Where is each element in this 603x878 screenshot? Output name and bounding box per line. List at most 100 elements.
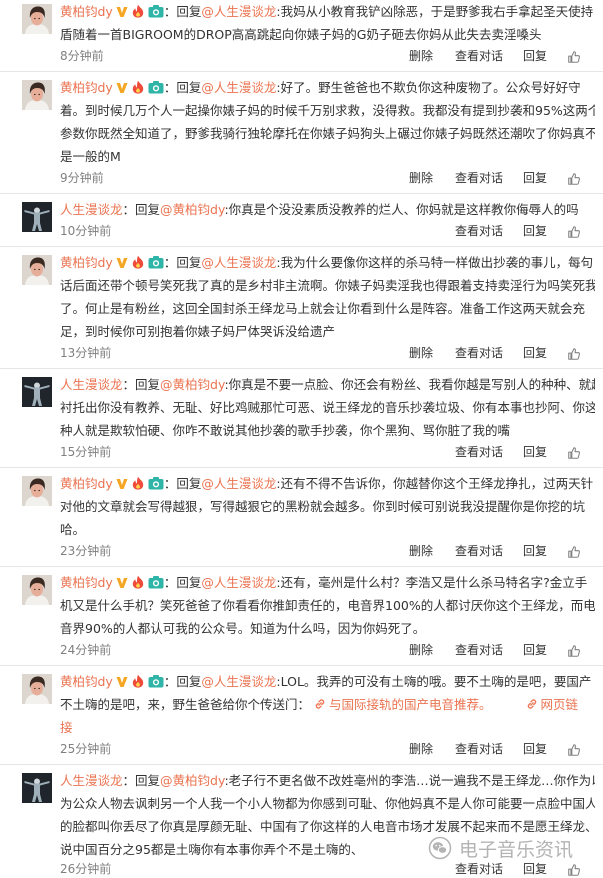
avatar[interactable]: [22, 80, 52, 110]
reply-prefix: ：回复: [163, 674, 202, 689]
delete-button[interactable]: 删除: [409, 343, 433, 364]
view-conversation-button[interactable]: 查看对话: [455, 221, 503, 242]
comment-item: 人生漫谈龙：回复@黄柏钧dy:你真是不要一点脸、你还会有粉丝、我看你越是写别人的…: [0, 369, 603, 468]
author-name[interactable]: 人生漫谈龙: [60, 377, 123, 392]
camera-badge-icon[interactable]: [148, 255, 164, 269]
comment-text-line: 话后面还带个顿号笑死我了真的是乡村非主流啊。你婊子妈卖淫我也得跟着支持卖淫行为吗…: [60, 274, 595, 297]
view-conversation-button[interactable]: 查看对话: [455, 640, 503, 661]
verified-v-icon[interactable]: [116, 256, 128, 269]
thumbs-up-icon: [567, 225, 581, 239]
reply-button[interactable]: 回复: [523, 343, 547, 364]
view-conversation-button[interactable]: 查看对话: [455, 343, 503, 364]
like-button[interactable]: [567, 50, 581, 64]
mention-link[interactable]: @人生漫谈龙: [201, 4, 276, 19]
delete-button[interactable]: 删除: [409, 640, 433, 661]
avatar[interactable]: [22, 202, 52, 232]
avatar[interactable]: [22, 773, 52, 803]
web-link[interactable]: 与国际接轨的国产电音推荐。: [310, 697, 492, 712]
mention-link[interactable]: @人生漫谈龙: [201, 255, 276, 270]
fire-badge-icon[interactable]: [131, 80, 145, 94]
like-button[interactable]: [567, 743, 581, 757]
fire-badge-icon[interactable]: [131, 476, 145, 490]
mention-link[interactable]: @人生漫谈龙: [201, 80, 276, 95]
silhouette-avatar-icon: [22, 773, 52, 803]
like-button[interactable]: [567, 446, 581, 460]
web-link[interactable]: 网页链: [522, 697, 579, 712]
fire-badge-icon[interactable]: [131, 255, 145, 269]
timestamp: 13分钟前: [60, 346, 112, 360]
view-conversation-button[interactable]: 查看对话: [455, 168, 503, 189]
thumbs-up-icon: [567, 172, 581, 186]
web-link[interactable]: 接: [60, 720, 73, 735]
mention-link[interactable]: @人生漫谈龙: [201, 575, 276, 590]
fire-badge-icon[interactable]: [131, 575, 145, 589]
thumbs-up-icon: [567, 446, 581, 460]
view-conversation-button[interactable]: 查看对话: [455, 861, 503, 878]
camera-badge-icon[interactable]: [148, 674, 164, 688]
silhouette-avatar-icon: [22, 377, 52, 407]
reply-button[interactable]: 回复: [523, 861, 547, 878]
author-name[interactable]: 黄柏钧dy: [60, 575, 113, 590]
avatar[interactable]: [22, 255, 52, 285]
web-link-label: 接: [60, 720, 73, 735]
like-button[interactable]: [567, 644, 581, 658]
comment-item: 黄柏钧dy ：回复@人生漫谈龙:我为什么要像你这样的杀马特一样做出抄袭的事儿，每句…: [0, 247, 603, 369]
reply-button[interactable]: 回复: [523, 640, 547, 661]
comment-meta: 13分钟前 删除 查看对话 回复: [60, 343, 595, 364]
avatar[interactable]: [22, 674, 52, 704]
verified-v-icon[interactable]: [116, 576, 128, 589]
verified-v-icon[interactable]: [116, 5, 128, 18]
view-conversation-button[interactable]: 查看对话: [455, 739, 503, 760]
author-name[interactable]: 黄柏钧dy: [60, 80, 113, 95]
author-name[interactable]: 人生漫谈龙: [60, 773, 123, 788]
like-button[interactable]: [567, 172, 581, 186]
verified-v-icon[interactable]: [116, 675, 128, 688]
mention-link[interactable]: @人生漫谈龙: [201, 476, 276, 491]
reply-button[interactable]: 回复: [523, 168, 547, 189]
avatar[interactable]: [22, 4, 52, 34]
reply-button[interactable]: 回复: [523, 46, 547, 67]
web-link-label: 网页链: [540, 697, 579, 712]
view-conversation-button[interactable]: 查看对话: [455, 442, 503, 463]
camera-badge-icon[interactable]: [148, 476, 164, 490]
author-name[interactable]: 黄柏钧dy: [60, 4, 113, 19]
fire-badge-icon[interactable]: [131, 674, 145, 688]
author-name[interactable]: 黄柏钧dy: [60, 255, 113, 270]
author-name[interactable]: 黄柏钧dy: [60, 476, 113, 491]
delete-button[interactable]: 删除: [409, 46, 433, 67]
reply-button[interactable]: 回复: [523, 221, 547, 242]
delete-button[interactable]: 删除: [409, 739, 433, 760]
portrait-avatar-icon: [22, 674, 52, 704]
author-name[interactable]: 黄柏钧dy: [60, 674, 113, 689]
reply-button[interactable]: 回复: [523, 541, 547, 562]
verified-v-icon[interactable]: [116, 81, 128, 94]
reply-button[interactable]: 回复: [523, 442, 547, 463]
like-button[interactable]: [567, 545, 581, 559]
mention-link[interactable]: @黄柏钧dy: [160, 773, 224, 788]
fire-badge-icon[interactable]: [131, 4, 145, 18]
mention-link[interactable]: @人生漫谈龙: [201, 674, 276, 689]
like-button[interactable]: [567, 225, 581, 239]
view-conversation-button[interactable]: 查看对话: [455, 541, 503, 562]
comment-text: :我妈从小教育我铲凶除恶，于是野爹我右手拿起圣天使持: [276, 4, 594, 19]
like-button[interactable]: [567, 347, 581, 361]
author-name[interactable]: 人生漫谈龙: [60, 202, 123, 217]
avatar[interactable]: [22, 377, 52, 407]
comment-text-line: 为公众人物去讽刺另一个人我一个小人物都为你感到可耻、你他妈真不是人你可能要一点脸…: [60, 792, 595, 815]
camera-badge-icon[interactable]: [148, 80, 164, 94]
reply-button[interactable]: 回复: [523, 739, 547, 760]
verified-v-icon[interactable]: [116, 477, 128, 490]
avatar[interactable]: [22, 575, 52, 605]
reply-prefix: ：回复: [163, 575, 202, 590]
delete-button[interactable]: 删除: [409, 168, 433, 189]
mention-link[interactable]: @黄柏钧dy: [160, 377, 224, 392]
mention-link[interactable]: @黄柏钧dy: [160, 202, 224, 217]
like-button[interactable]: [567, 863, 581, 877]
timestamp: 8分钟前: [60, 49, 104, 63]
camera-badge-icon[interactable]: [148, 4, 164, 18]
camera-badge-icon[interactable]: [148, 575, 164, 589]
avatar[interactable]: [22, 476, 52, 506]
delete-button[interactable]: 删除: [409, 541, 433, 562]
comment-text: 对他的文章就会写得越狠，写得越狠它的黑粉就会越多。你到时候可别说我没提醒你是你挖…: [60, 499, 586, 514]
view-conversation-button[interactable]: 查看对话: [455, 46, 503, 67]
